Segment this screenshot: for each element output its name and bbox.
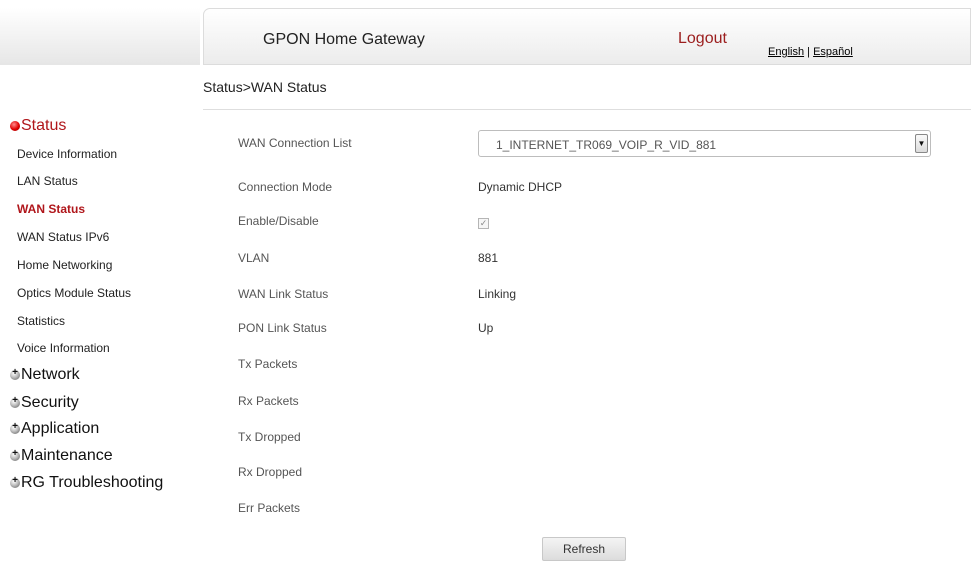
sidebar-section-label: RG Troubleshooting [21, 474, 164, 491]
lang-english-link[interactable]: English [768, 46, 804, 58]
tx-dropped-label: Tx Dropped [238, 430, 301, 444]
sidebar-item-wan-status-ipv6[interactable]: WAN Status IPv6 [17, 230, 109, 244]
rx-dropped-label: Rx Dropped [238, 465, 303, 479]
tx-packets-label: Tx Packets [238, 357, 298, 371]
breadcrumb: Status>WAN Status [203, 79, 327, 95]
sidebar-section-security[interactable]: + Security [10, 394, 79, 412]
expand-plus-icon: + [10, 367, 20, 380]
err-packets-label: Err Packets [238, 501, 301, 515]
sidebar-section-label: Application [21, 420, 100, 437]
sidebar-section-label: Security [21, 394, 79, 411]
lang-spanish-link[interactable]: Español [813, 46, 853, 58]
sidebar-header-background [0, 8, 200, 65]
expand-plus-icon: + [10, 448, 20, 461]
vlan-value: 881 [478, 251, 499, 265]
sidebar-item-lan-status[interactable]: LAN Status [17, 174, 78, 188]
enable-checkbox[interactable]: ✓ [478, 218, 489, 229]
expand-plus-icon: + [10, 395, 20, 408]
language-switch: English | Español [768, 46, 853, 58]
wan-link-status-value: Linking [478, 287, 517, 301]
sidebar-item-statistics[interactable]: Statistics [17, 314, 65, 328]
logout-link[interactable]: Logout [678, 30, 727, 48]
wan-connection-select[interactable]: 1_INTERNET_TR069_VOIP_R_VID_881 ▼ [478, 130, 931, 157]
connection-mode-label: Connection Mode [238, 180, 333, 194]
sidebar-item-home-networking[interactable]: Home Networking [17, 258, 112, 272]
sidebar-section-label: Status [21, 117, 67, 134]
sidebar-item-voice-information[interactable]: Voice Information [17, 341, 110, 355]
wan-connection-list-label: WAN Connection List [238, 136, 352, 150]
vlan-label: VLAN [238, 251, 270, 265]
sidebar-section-status[interactable]: Status [10, 117, 66, 135]
sidebar-item-wan-status[interactable]: WAN Status [17, 202, 85, 216]
sidebar-item-device-information[interactable]: Device Information [17, 147, 117, 161]
brand-title: GPON Home Gateway [263, 31, 425, 48]
connection-mode-value: Dynamic DHCP [478, 180, 563, 194]
red-dot-icon [10, 121, 20, 131]
pon-link-status-label: PON Link Status [238, 321, 327, 335]
sidebar-item-optics-module-status[interactable]: Optics Module Status [17, 286, 131, 300]
lang-separator: | [807, 46, 810, 58]
expand-plus-icon: + [10, 421, 20, 434]
sidebar-section-application[interactable]: + Application [10, 420, 99, 438]
sidebar-section-label: Network [21, 366, 80, 383]
rx-packets-label: Rx Packets [238, 394, 299, 408]
pon-link-status-value: Up [478, 321, 494, 335]
refresh-button[interactable]: Refresh [542, 537, 626, 561]
top-header: GPON Home Gateway Logout English | Españ… [203, 8, 971, 65]
sidebar-section-network[interactable]: + Network [10, 366, 80, 384]
expand-plus-icon: + [10, 475, 20, 488]
header-divider [203, 109, 971, 110]
sidebar-section-label: Maintenance [21, 447, 113, 464]
sidebar-section-maintenance[interactable]: + Maintenance [10, 447, 113, 465]
enable-disable-label: Enable/Disable [238, 214, 319, 228]
chevron-down-icon[interactable]: ▼ [915, 134, 928, 153]
wan-connection-select-value: 1_INTERNET_TR069_VOIP_R_VID_881 [496, 138, 717, 152]
sidebar-section-rg-troubleshooting[interactable]: + RG Troubleshooting [10, 474, 163, 492]
wan-link-status-label: WAN Link Status [238, 287, 329, 301]
